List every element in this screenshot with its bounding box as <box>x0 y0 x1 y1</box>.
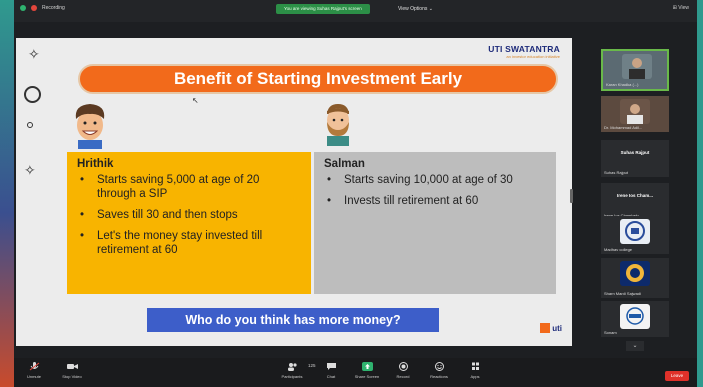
chat-icon <box>326 363 336 370</box>
sparkle-icon: ✧ <box>28 46 40 62</box>
share-screen-icon <box>361 362 373 371</box>
participant-center-name: Irene Ios Cham... <box>616 193 653 198</box>
recording-indicator[interactable]: Recording <box>20 5 65 11</box>
uti-swatantra-brand: UTI SWATANTRA an investor education init… <box>488 44 560 59</box>
uti-logo-text: uti <box>552 323 562 333</box>
participant-name: Suhas Rajput <box>604 170 629 175</box>
salman-panel: Salman Starts saving 10,000 at age of 30… <box>314 152 556 294</box>
sparkle-icon: ✧ <box>24 162 36 178</box>
right-edge-decor <box>697 0 703 387</box>
participant-name: Dr. Mohammad Adil... <box>604 125 643 130</box>
participant-video-icon <box>622 54 652 79</box>
reactions-button[interactable]: Reactions <box>419 362 459 379</box>
circle-decor-icon <box>24 86 41 103</box>
recording-label: Recording <box>42 5 65 11</box>
hrithik-point: Starts saving 5,000 at age of 20 through… <box>77 173 301 201</box>
apps-icon <box>471 362 479 370</box>
hrithik-point: Saves till 30 and then stops <box>77 208 301 222</box>
hrithik-avatar-icon <box>75 104 105 149</box>
participant-name: Sharn Mardi Sajwadi <box>604 291 641 296</box>
reactions-label: Reactions <box>430 374 448 379</box>
slide-title-pill: Benefit of Starting Investment Early <box>78 64 558 94</box>
participant-tile[interactable]: Dr. Mohammad Adil... <box>601 96 669 132</box>
hrithik-name: Hrithik <box>77 158 114 170</box>
leave-button[interactable]: Leave <box>665 371 689 381</box>
small-circle-decor-icon <box>27 122 33 128</box>
stop-video-label: Stop Video <box>62 374 82 379</box>
meeting-top-bar: Recording You are viewing Suhas Rajput's… <box>14 0 697 22</box>
uti-logo: uti <box>540 323 562 333</box>
mouse-cursor-icon: ↖ <box>192 96 199 105</box>
hrithik-panel: Hrithik Starts saving 5,000 at age of 20… <box>67 152 311 294</box>
participant-tile[interactable]: Karan Khadka (...) <box>601 49 669 91</box>
brand-name: UTI SWATANTRA <box>488 44 560 54</box>
view-options-button[interactable]: View Options ⌄ <box>398 4 433 14</box>
uti-logo-mark-icon <box>540 323 551 333</box>
splitter-drag-handle[interactable] <box>570 189 573 203</box>
meeting-toolbar: Unmute Stop Video Participants 125 Chat … <box>14 358 697 387</box>
participant-tile[interactable]: Madhav college <box>601 216 669 254</box>
video-camera-icon <box>66 364 78 369</box>
record-label: Record <box>396 374 410 379</box>
participant-tile[interactable]: Sharn Mardi Sajwadi <box>601 258 669 298</box>
participant-name: Karan Khadka (...) <box>606 82 639 87</box>
brand-tagline: an investor education initiative <box>506 54 560 59</box>
stop-video-button[interactable]: Stop Video <box>52 362 92 379</box>
share-screen-label: Share Screen <box>354 374 380 379</box>
participants-icon <box>287 363 297 371</box>
slide-title: Benefit of Starting Investment Early <box>173 69 463 88</box>
emblem-logo-icon <box>620 261 650 286</box>
unmute-button[interactable]: Unmute <box>14 362 54 379</box>
record-icon <box>398 362 408 371</box>
hrithik-point: Let's the money stay invested till retir… <box>77 229 301 257</box>
participant-tile[interactable]: Sonam <box>601 301 669 337</box>
salman-avatar-icon <box>327 104 349 146</box>
salman-point: Starts saving 10,000 at age of 30 <box>324 173 546 187</box>
microphone-icon <box>29 362 39 371</box>
apps-label: Apps <box>470 374 480 379</box>
question-text: Who do you think has more money? <box>185 313 401 327</box>
participant-name: Madhav college <box>604 247 633 252</box>
chat-button[interactable]: Chat <box>311 362 351 379</box>
participant-tile[interactable]: Suhas Rajput Suhas Rajput <box>601 140 669 177</box>
participant-center-name: Suhas Rajput <box>620 150 650 155</box>
unmute-label: Unmute <box>26 374 41 379</box>
participants-button[interactable]: Participants <box>272 362 312 379</box>
view-button[interactable]: ⊞ View <box>673 5 689 11</box>
participant-name: Sonam <box>604 330 617 335</box>
shield-icon <box>20 5 26 11</box>
record-dot-icon <box>31 5 37 11</box>
apps-button[interactable]: Apps <box>455 362 495 379</box>
shared-slide: UTI SWATANTRA an investor education init… <box>16 38 572 346</box>
share-screen-button[interactable]: Share Screen <box>347 362 387 379</box>
salman-name: Salman <box>324 158 365 170</box>
participants-label: Participants <box>281 374 303 379</box>
chevron-down-icon[interactable]: ⌄ <box>626 341 644 351</box>
question-banner: Who do you think has more money? <box>147 308 439 332</box>
record-button[interactable]: Record <box>383 362 423 379</box>
viewing-screen-banner: You are viewing Suhas Rajput's screen <box>276 4 370 14</box>
smiley-icon <box>434 362 444 371</box>
vcom-logo-icon <box>620 304 650 329</box>
college-logo-icon <box>620 219 650 244</box>
participant-tile[interactable]: Irene Ios Cham... Irene Ios Chamhely <box>601 183 669 220</box>
participant-video-icon <box>620 99 650 124</box>
salman-point: Invests till retirement at 60 <box>324 194 546 208</box>
chat-label: Chat <box>326 374 336 379</box>
left-edge-decor <box>0 0 14 387</box>
